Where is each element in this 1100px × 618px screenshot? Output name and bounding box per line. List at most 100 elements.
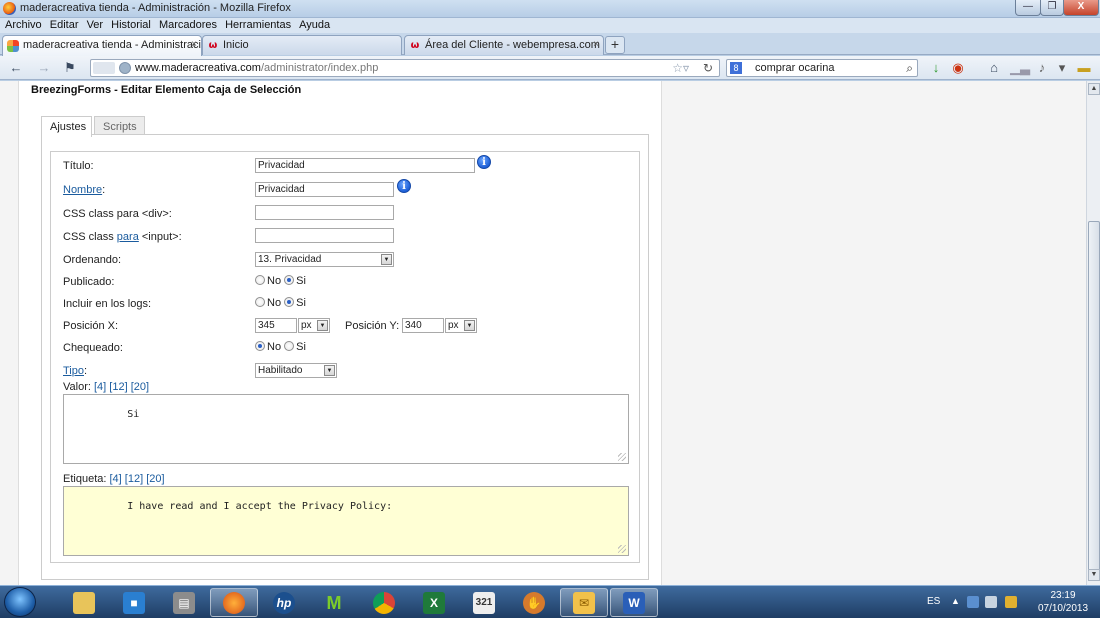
close-tab-icon[interactable]: × xyxy=(593,39,599,50)
etiqueta-size-4-link[interactable]: [4] xyxy=(109,473,121,485)
volume-icon[interactable] xyxy=(985,596,997,608)
scrollbar-thumb[interactable] xyxy=(1088,221,1100,571)
minimize-button[interactable]: — xyxy=(1015,0,1041,16)
network-icon[interactable] xyxy=(967,596,979,608)
css-div-label: CSS class para <div>: xyxy=(63,208,172,220)
notification-icon[interactable] xyxy=(1005,596,1017,608)
language-indicator[interactable]: ES xyxy=(927,596,940,607)
menu-editar[interactable]: Editar xyxy=(50,18,79,33)
search-icon[interactable]: ⌕ xyxy=(906,61,913,76)
start-button[interactable] xyxy=(4,587,36,617)
resize-grip-icon[interactable] xyxy=(618,545,626,553)
close-window-button[interactable]: X xyxy=(1063,0,1099,16)
publicado-no-radio[interactable] xyxy=(255,275,265,285)
etiqueta-label: Etiqueta: [4] [12] [20] xyxy=(63,473,165,485)
firefox-app[interactable] xyxy=(210,588,258,617)
para-link[interactable]: para xyxy=(117,231,139,243)
etiqueta-size-12-link[interactable]: [12] xyxy=(125,473,143,485)
posx-input[interactable]: 345 xyxy=(255,318,297,333)
record-icon[interactable]: ◉ xyxy=(950,60,966,76)
css-div-input[interactable] xyxy=(255,205,394,220)
globe-icon xyxy=(119,62,131,74)
publicado-si-radio[interactable] xyxy=(284,275,295,285)
forward-icon[interactable]: → xyxy=(36,60,52,76)
media-center-app[interactable]: ■ xyxy=(110,588,158,617)
clock[interactable]: 23:19 07/10/2013 xyxy=(1033,589,1093,615)
menu-marcadores[interactable]: Marcadores xyxy=(159,18,217,33)
menu-archivo[interactable]: Archivo xyxy=(5,18,42,33)
info-icon[interactable]: i xyxy=(397,179,411,193)
chequeado-si-radio[interactable] xyxy=(284,341,295,351)
etiqueta-size-20-link[interactable]: [20] xyxy=(146,473,164,485)
posx-unit-select[interactable]: px ▼ xyxy=(298,318,330,333)
folder-icon[interactable]: ▬ xyxy=(1076,60,1092,76)
excel-app[interactable]: X xyxy=(410,588,458,617)
resize-grip-icon[interactable] xyxy=(618,453,626,461)
download-icon[interactable]: ↓ xyxy=(928,60,944,76)
tab-inicio[interactable]: ω Inicio xyxy=(202,35,402,55)
content-viewport: BreezingForms - Editar Elemento Caja de … xyxy=(0,81,1086,585)
chrome-app[interactable] xyxy=(360,588,408,617)
bookmark-star-icon[interactable]: ☆▿ xyxy=(672,61,689,75)
outlook-app[interactable]: ✉ xyxy=(560,588,608,617)
back-icon[interactable]: ← xyxy=(8,60,24,76)
tipo-select[interactable]: Habilitado ▼ xyxy=(255,363,337,378)
menu-ayuda[interactable]: Ayuda xyxy=(299,18,330,33)
movistar-app[interactable]: M xyxy=(310,588,358,617)
publicado-radio-group: No Si xyxy=(255,275,306,287)
nombre-link[interactable]: Nombre xyxy=(63,184,102,196)
show-hidden-icons-icon[interactable]: ▲ xyxy=(951,596,960,606)
menu-historial[interactable]: Historial xyxy=(111,18,151,33)
valor-size-20-link[interactable]: [20] xyxy=(131,381,149,393)
menu-bar: Archivo Editar Ver Historial Marcadores … xyxy=(0,18,1100,33)
tab-ajustes[interactable]: Ajustes xyxy=(41,116,92,137)
joomla-icon xyxy=(7,40,19,52)
tab-area-cliente[interactable]: ω Área del Cliente - webempresa.com × xyxy=(404,35,604,55)
explorer-app[interactable] xyxy=(60,588,108,617)
addon-icon[interactable]: ♪ xyxy=(1034,60,1050,76)
tipo-link[interactable]: Tipo xyxy=(63,365,84,377)
puzzle-icon[interactable]: ⚑ xyxy=(62,60,78,76)
word-app[interactable]: W xyxy=(610,588,658,617)
documents-app[interactable]: ▤ xyxy=(160,588,208,617)
game-app[interactable]: ✋ xyxy=(510,588,558,617)
valor-label: Valor: [4] [12] [20] xyxy=(63,381,150,393)
hp-app[interactable]: hp xyxy=(260,588,308,617)
menu-arrow-icon[interactable]: ▾ xyxy=(1054,60,1070,76)
site-identity-icon[interactable] xyxy=(93,62,115,74)
search-engine-icon[interactable]: 8 xyxy=(730,62,742,74)
ordenando-select[interactable]: 13. Privacidad ▼ xyxy=(255,252,394,267)
new-tab-button[interactable]: + xyxy=(605,36,625,54)
logs-no-radio[interactable] xyxy=(255,297,265,307)
navigation-bar: ← → ⚑ www.maderacreativa.com/administrat… xyxy=(0,56,1100,80)
valor-size-4-link[interactable]: [4] xyxy=(94,381,106,393)
chequeado-no-radio[interactable] xyxy=(255,341,265,351)
reload-icon[interactable]: ↻ xyxy=(703,61,713,75)
page-title: BreezingForms - Editar Elemento Caja de … xyxy=(31,84,302,96)
etiqueta-textarea[interactable]: I have read and I accept the Privacy Pol… xyxy=(63,486,629,556)
posy-unit-select[interactable]: px ▼ xyxy=(445,318,477,333)
scroll-down-icon[interactable]: ▼ xyxy=(1088,569,1100,581)
calendar-app[interactable]: 321 xyxy=(460,588,508,617)
info-icon[interactable]: i xyxy=(477,155,491,169)
w-logo-icon: ω xyxy=(410,40,420,51)
maximize-button[interactable]: ❐ xyxy=(1040,0,1064,16)
logs-si-radio[interactable] xyxy=(284,297,295,307)
posy-input[interactable]: 340 xyxy=(402,318,444,333)
vertical-scrollbar[interactable]: ▲ ▼ xyxy=(1086,81,1100,585)
scroll-up-icon[interactable]: ▲ xyxy=(1088,83,1100,95)
url-text[interactable]: www.maderacreativa.com/administrator/ind… xyxy=(135,62,378,74)
home-icon[interactable]: ⌂ xyxy=(986,60,1002,76)
titulo-input[interactable]: Privacidad xyxy=(255,158,475,173)
nombre-input[interactable]: Privacidad xyxy=(255,182,394,197)
valor-textarea[interactable]: Si xyxy=(63,394,629,464)
tab-admin[interactable]: maderacreativa tienda - Administraci... … xyxy=(2,35,202,56)
menu-herramientas[interactable]: Herramientas xyxy=(225,18,291,33)
search-bar[interactable]: 8 comprar ocarina ⌕ xyxy=(726,59,918,77)
menu-ver[interactable]: Ver xyxy=(87,18,104,33)
css-input-input[interactable] xyxy=(255,228,394,243)
valor-size-12-link[interactable]: [12] xyxy=(109,381,127,393)
url-bar[interactable]: www.maderacreativa.com/administrator/ind… xyxy=(90,59,720,77)
close-tab-icon[interactable]: × xyxy=(191,39,197,50)
search-input[interactable]: comprar ocarina xyxy=(755,62,834,74)
